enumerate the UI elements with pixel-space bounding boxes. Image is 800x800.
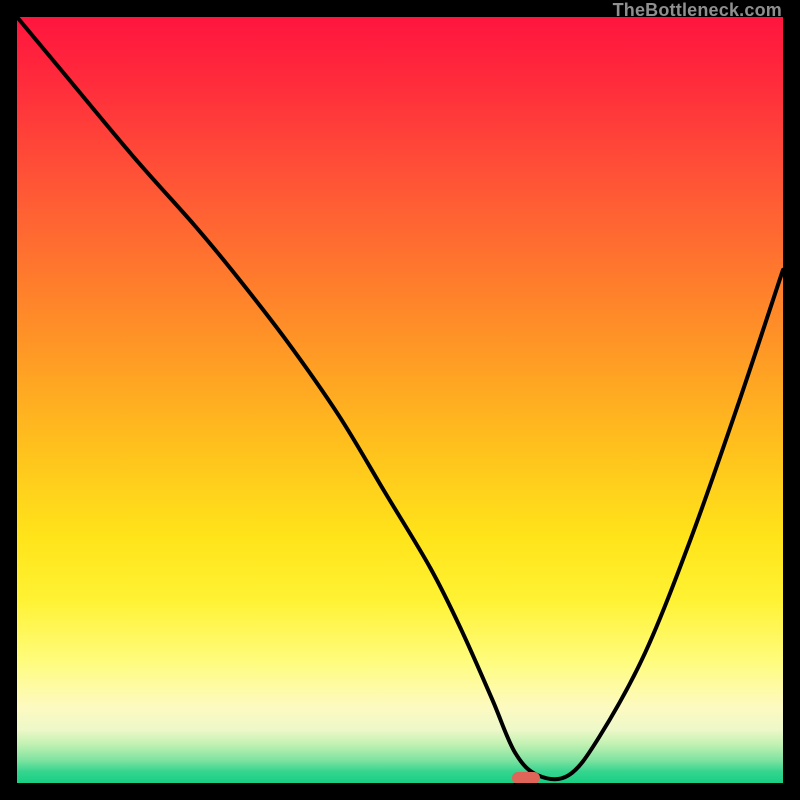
gradient-background [17,17,783,783]
chart-plot-area [17,17,783,783]
chart-stage: TheBottleneck.com [0,0,800,800]
